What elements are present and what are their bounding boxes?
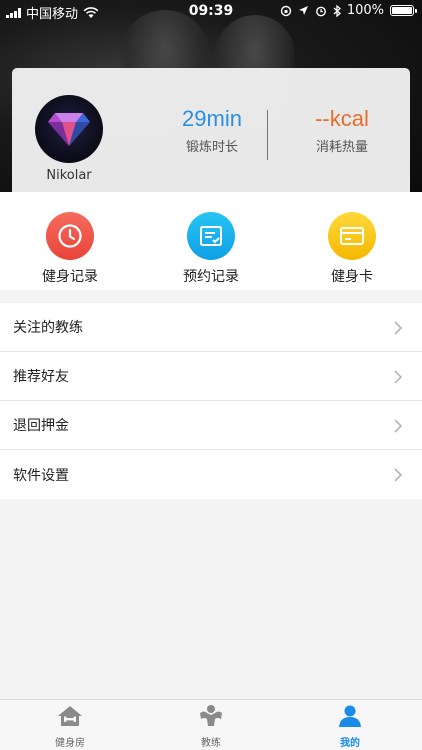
menu-item-followed-coaches[interactable]: 关注的教练: [0, 303, 422, 352]
chevron-right-icon: [394, 419, 402, 433]
location-icon: [298, 6, 308, 15]
diamond-icon: [48, 113, 90, 146]
menu-item-label: 关注的教练: [13, 320, 83, 336]
fitness-card-label: 健身卡: [331, 269, 373, 285]
battery-icon: [390, 5, 417, 16]
tab-label: 健身房: [55, 738, 85, 749]
calories-value: --kcal: [315, 106, 369, 131]
calories-label: 消耗热量: [315, 140, 368, 155]
tab-label: 我的: [340, 738, 360, 749]
user-icon: [339, 705, 361, 727]
coach-icon: [200, 705, 222, 726]
calories-stat: --kcal 消耗热量: [282, 106, 402, 155]
tab-label: 教练: [201, 738, 221, 749]
menu-item-refund-deposit[interactable]: 退回押金: [0, 401, 422, 450]
checklist-icon: [200, 226, 222, 246]
quick-actions: 健身记录 预约记录 健身卡: [0, 192, 422, 290]
booking-records-button[interactable]: 预约记录: [156, 212, 266, 286]
stats-divider: [267, 110, 268, 160]
battery-percentage: 100%: [346, 3, 384, 18]
menu-item-app-settings[interactable]: 软件设置: [0, 450, 422, 499]
menu-item-recommend-friends[interactable]: 推荐好友: [0, 352, 422, 401]
status-bar: 中国移动 09:39 100%: [0, 0, 422, 22]
settings-menu: 关注的教练 推荐好友 退回押金 软件设置: [0, 303, 422, 499]
avatar[interactable]: [35, 95, 103, 163]
tab-bar: 健身房 教练 我的: [0, 699, 422, 750]
menu-item-label: 退回押金: [13, 418, 69, 434]
chevron-right-icon: [394, 468, 402, 482]
alarm-icon: [315, 6, 326, 16]
workout-duration-stat: 29min 锻炼时长: [152, 106, 272, 155]
tab-mine[interactable]: 我的: [305, 704, 395, 749]
clock-icon: [58, 224, 82, 248]
fitness-records-label: 健身记录: [42, 269, 98, 285]
menu-item-label: 软件设置: [13, 467, 69, 484]
fitness-card-button[interactable]: 健身卡: [297, 212, 407, 286]
fitness-records-button[interactable]: 健身记录: [15, 212, 125, 286]
orientation-lock-icon: [280, 5, 292, 16]
profile-card: Nikolar 29min 锻炼时长 --kcal 消耗热量: [12, 68, 410, 192]
tab-coach[interactable]: 教练: [166, 704, 256, 749]
gym-house-icon: [58, 706, 82, 726]
card-icon: [340, 227, 364, 245]
chevron-right-icon: [394, 321, 402, 335]
username: Nikolar: [46, 168, 92, 183]
workout-duration-label: 锻炼时长: [185, 140, 238, 155]
tab-gym[interactable]: 健身房: [25, 704, 115, 749]
bluetooth-icon: [333, 4, 341, 17]
workout-duration-value: 29min: [182, 106, 242, 131]
booking-records-label: 预约记录: [183, 269, 239, 285]
menu-item-label: 推荐好友: [13, 369, 69, 385]
chevron-right-icon: [394, 370, 402, 384]
